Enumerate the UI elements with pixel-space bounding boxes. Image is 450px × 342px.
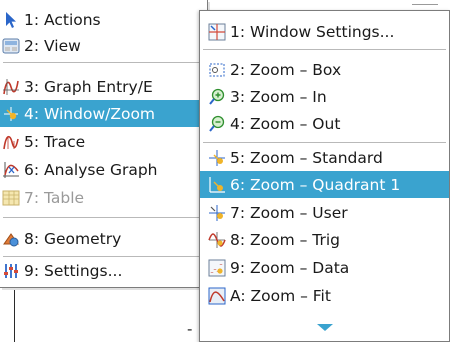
menu-item-label: 4: Window/Zoom — [24, 104, 156, 123]
zoom-out-icon — [208, 115, 226, 133]
submenu-item-zoom-standard[interactable]: 5: Zoom – Standard — [200, 144, 449, 171]
submenu-item-label: 7: Zoom – User — [230, 203, 348, 222]
zoom-quadrant-icon — [208, 176, 226, 194]
trace-icon — [2, 133, 20, 151]
menu-item-window-zoom[interactable]: 4: Window/Zoom — [0, 100, 207, 127]
menu-item-label: 6: Analyse Graph — [24, 160, 158, 179]
graph-entry-icon — [2, 78, 20, 96]
menu-item-view[interactable]: 2: View — [0, 32, 207, 59]
menu-separator — [203, 142, 446, 143]
geometry-icon — [2, 230, 20, 248]
menu-item-label: 8: Geometry — [24, 229, 122, 248]
menu-item-analyse-graph[interactable]: 6: Analyse Graph — [0, 156, 207, 183]
settings-sliders-icon — [2, 262, 20, 280]
menu-item-label: 5: Trace — [24, 132, 86, 151]
table-icon — [2, 189, 20, 207]
menu-item-label: 7: Table — [24, 188, 85, 207]
menu-item-label: 2: View — [24, 36, 81, 55]
menu-item-actions[interactable]: 1: Actions — [0, 6, 207, 33]
menu-item-label: 3: Graph Entry/E — [24, 77, 153, 96]
screen: - 1: Actions 2: View 3: Graph Entry/E 4:… — [0, 0, 450, 342]
submenu-item-window-settings[interactable]: 1: Window Settings... — [200, 18, 449, 45]
window-zoom-submenu: 1: Window Settings... 2: Zoom – Box 3: Z… — [199, 10, 450, 342]
submenu-item-zoom-box[interactable]: 2: Zoom – Box — [200, 56, 449, 83]
menu-item-label: 9: Settings... — [24, 261, 123, 280]
submenu-item-label: 1: Window Settings... — [230, 22, 395, 41]
submenu-item-zoom-out[interactable]: 4: Zoom – Out — [200, 110, 449, 137]
zoom-trig-icon — [208, 231, 226, 249]
submenu-item-label: 4: Zoom – Out — [230, 114, 341, 133]
zoom-in-icon — [208, 88, 226, 106]
submenu-item-zoom-user[interactable]: 7: Zoom – User — [200, 199, 449, 226]
menu-item-table[interactable]: 7: Table — [0, 184, 207, 211]
zoom-user-icon — [208, 204, 226, 222]
background-axis-line — [14, 290, 15, 342]
view-screen-icon — [2, 37, 20, 55]
background-axis-tick — [412, 4, 438, 5]
submenu-item-label: 5: Zoom – Standard — [230, 148, 383, 167]
submenu-item-zoom-quadrant-1[interactable]: 6: Zoom – Quadrant 1 — [200, 171, 449, 198]
submenu-item-zoom-data[interactable]: 9: Zoom – Data — [200, 254, 449, 281]
cursor-arrow-icon — [2, 11, 20, 29]
submenu-item-label: 6: Zoom – Quadrant 1 — [230, 175, 401, 194]
submenu-item-zoom-fit[interactable]: A: Zoom – Fit — [200, 282, 449, 309]
submenu-item-label: 8: Zoom – Trig — [230, 230, 341, 249]
menu-separator — [3, 62, 204, 63]
zoom-standard-icon — [208, 149, 226, 167]
submenu-item-zoom-trig[interactable]: 8: Zoom – Trig — [200, 226, 449, 253]
menu-item-graph-entry[interactable]: 3: Graph Entry/E — [0, 73, 207, 100]
menu-item-trace[interactable]: 5: Trace — [0, 128, 207, 155]
zoom-fit-icon — [208, 287, 226, 305]
zoom-box-icon — [208, 61, 226, 79]
window-zoom-icon — [2, 105, 20, 123]
submenu-item-label: A: Zoom – Fit — [230, 286, 331, 305]
menu-item-geometry[interactable]: 8: Geometry — [0, 225, 207, 252]
analyse-graph-icon — [2, 161, 20, 179]
background-minus-label: - — [187, 320, 193, 338]
zoom-data-icon — [208, 259, 226, 277]
menu-item-label: 1: Actions — [24, 10, 101, 29]
submenu-item-label: 2: Zoom – Box — [230, 60, 342, 79]
menu-item-settings[interactable]: 9: Settings... — [0, 257, 207, 284]
menu-separator — [3, 217, 204, 218]
menu-separator — [203, 49, 446, 50]
submenu-item-label: 3: Zoom – In — [230, 87, 327, 106]
graphs-menu: 1: Actions 2: View 3: Graph Entry/E 4: W… — [0, 0, 208, 288]
submenu-item-label: 9: Zoom – Data — [230, 258, 350, 277]
scroll-down-arrow-icon[interactable] — [317, 324, 333, 331]
submenu-item-zoom-in[interactable]: 3: Zoom – In — [200, 83, 449, 110]
window-settings-icon — [208, 23, 226, 41]
